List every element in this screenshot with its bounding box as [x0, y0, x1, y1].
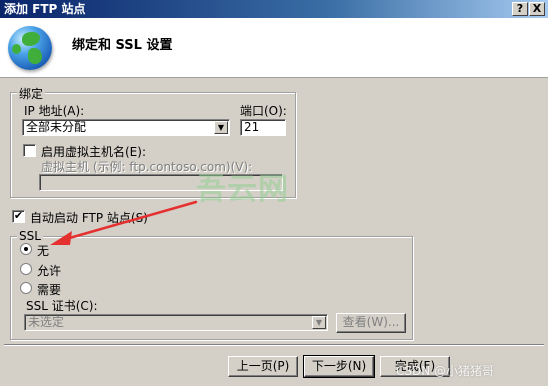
prev-button[interactable]: 上一页(P): [228, 356, 298, 377]
footer-divider: [4, 344, 544, 346]
next-button[interactable]: 下一步(N): [303, 355, 375, 378]
watermark-corner: CSDN @小猪猪哥: [396, 364, 495, 378]
annotation-arrow: [50, 200, 198, 245]
